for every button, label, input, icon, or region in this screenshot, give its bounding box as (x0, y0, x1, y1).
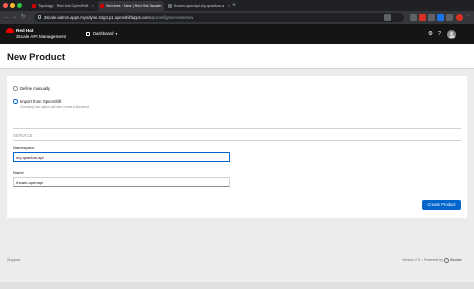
page-title: New Product (7, 52, 66, 63)
new-product-form: Define manually Import from OpenShift Ch… (7, 76, 467, 218)
window-minimize-dot[interactable] (10, 3, 15, 8)
extension-icon[interactable] (428, 14, 435, 21)
browser-menu-icon[interactable]: ⋮ (466, 14, 472, 21)
reload-icon[interactable]: ↻ (21, 14, 26, 21)
dashboard-icon (86, 32, 90, 36)
browser-address-bar: ← → ↻ 3scale-admin.apps.myodyne.24g4.p1.… (0, 11, 474, 24)
tab-close-icon[interactable]: × (160, 1, 162, 11)
forward-icon[interactable]: → (12, 14, 18, 21)
browser-tab-services[interactable]: Services · New | Red Hat 3scale × (98, 1, 164, 11)
chevron-down-icon: ▾ (115, 32, 118, 36)
namespace-field[interactable] (13, 152, 230, 162)
browser-tab-bar: Topology · Red Hat OpenShift × Services … (0, 0, 474, 11)
lock-icon (38, 15, 41, 19)
name-label: Name (13, 170, 24, 175)
define-manually-radio[interactable] (13, 86, 18, 91)
name-field[interactable] (13, 177, 230, 187)
extension-icon[interactable] (419, 14, 426, 21)
namespace-label: Namespace (13, 145, 35, 150)
tab-title: rhoam-openapi-my-quarkus-a (174, 4, 225, 8)
section-divider (13, 128, 461, 129)
section-title: SERVICE (13, 133, 33, 138)
new-tab-icon[interactable]: + (232, 1, 236, 11)
version-text: Version 2.9 – Powered by (402, 258, 443, 262)
star-icon[interactable] (384, 14, 391, 21)
extension-icon[interactable] (437, 14, 444, 21)
support-link[interactable]: Support (7, 258, 20, 263)
browser-tab-rhoam[interactable]: rhoam-openapi-my-quarkus-a × (166, 1, 232, 11)
browser-tab-topology[interactable]: Topology · Red Hat OpenShift × (30, 1, 96, 11)
3scale-logo-text: 3scale (450, 258, 462, 262)
import-openshift-label[interactable]: Import from OpenShift (20, 99, 61, 104)
define-manually-label[interactable]: Define manually (20, 86, 50, 91)
extension-icon[interactable] (410, 14, 417, 21)
import-openshift-radio[interactable] (13, 99, 18, 104)
3scale-logo-icon (444, 258, 449, 263)
section-divider (13, 140, 461, 141)
back-icon[interactable]: ← (4, 14, 10, 21)
brand-product: 3scale API Management (16, 33, 66, 39)
tab-title: Services · New | Red Hat 3scale (106, 4, 161, 8)
window-close-dot[interactable] (3, 3, 8, 8)
red-hat-logo-icon (6, 28, 14, 33)
favicon-icon (32, 4, 36, 8)
gear-icon[interactable]: ⚙ (428, 31, 433, 37)
import-openshift-help: Choosing this option will also create a … (20, 104, 89, 109)
profile-avatar[interactable] (456, 14, 463, 21)
context-selector[interactable]: Dashboard ▾ (86, 30, 117, 38)
window-zoom-dot[interactable] (17, 3, 22, 8)
create-product-button[interactable]: Create Product (422, 200, 461, 210)
page-header: New Product (0, 44, 474, 69)
url-text: 3scale-admin.apps.myodyne.24g4.p1.opensh… (44, 15, 194, 20)
tab-close-icon[interactable]: × (92, 1, 94, 11)
brand-name: Red Hat (16, 28, 34, 33)
app-masthead: Red Hat 3scale API Management Dashboard ▾… (0, 24, 474, 44)
bottom-strip (0, 282, 474, 289)
favicon-icon (168, 4, 172, 8)
tab-title: Topology · Red Hat OpenShift (38, 4, 89, 8)
context-selector-label: Dashboard (93, 31, 114, 36)
extension-icon[interactable] (446, 14, 453, 21)
tab-close-icon[interactable]: × (228, 1, 230, 11)
user-avatar[interactable] (447, 30, 456, 39)
favicon-icon (100, 4, 104, 8)
help-icon[interactable]: ? (438, 31, 441, 37)
url-field[interactable]: 3scale-admin.apps.myodyne.24g4.p1.opensh… (34, 13, 404, 22)
